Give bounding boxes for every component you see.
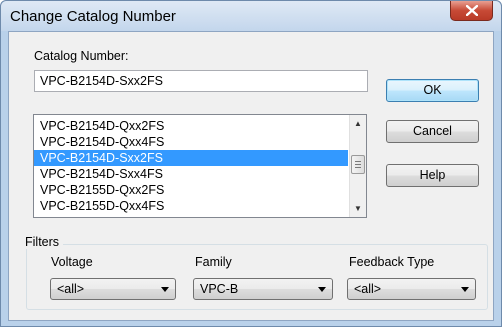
list-item[interactable]: VPC-B2154D-Qxx2FS <box>34 118 348 134</box>
voltage-label: Voltage <box>51 255 93 269</box>
list-item[interactable]: VPC-B2154D-Sxx4FS <box>34 166 348 182</box>
voltage-select[interactable]: <all> <box>50 278 176 300</box>
scroll-thumb[interactable] <box>351 155 365 174</box>
catalog-number-label: Catalog Number: <box>34 49 129 63</box>
list-scrollbar[interactable]: ▲ ▼ <box>349 115 366 217</box>
cancel-button[interactable]: Cancel <box>386 120 479 143</box>
title-bar[interactable]: Change Catalog Number <box>1 1 501 31</box>
feedback-type-select-value: <all> <box>354 282 382 296</box>
filters-title: Filters <box>21 235 64 249</box>
catalog-list-items: VPC-B2154D-Qxx2FS VPC-B2154D-Qxx4FS VPC-B2… <box>34 118 348 214</box>
list-item[interactable]: VPC-B2154D-Qxx4FS <box>34 134 348 150</box>
ok-button[interactable]: OK <box>386 79 479 102</box>
scroll-down-arrow-icon[interactable]: ▼ <box>350 200 366 217</box>
family-select[interactable]: VPC-B <box>193 278 333 300</box>
close-icon <box>466 5 478 16</box>
voltage-select-value: <all> <box>57 282 85 296</box>
feedback-type-label: Feedback Type <box>349 255 435 269</box>
dialog-window: Change Catalog Number Catalog Number: VP… <box>0 0 502 327</box>
dialog-client-area: Catalog Number: VPC-B2154D-Qxx2FSVPC-B21… <box>8 31 494 321</box>
chevron-down-icon <box>161 287 169 292</box>
feedback-type-select[interactable]: <all> <box>347 278 476 300</box>
list-item[interactable]: VPC-B2154D-Sxx2FS <box>34 150 348 166</box>
catalog-number-input[interactable] <box>34 70 368 92</box>
chevron-down-icon <box>461 287 469 292</box>
help-button[interactable]: Help <box>386 164 479 187</box>
family-label: Family <box>195 255 232 269</box>
list-item[interactable]: VPC-B2155D-Qxx2FS <box>34 182 348 198</box>
filters-groupbox <box>26 244 488 310</box>
close-button[interactable] <box>450 1 493 21</box>
family-select-value: VPC-B <box>200 282 239 296</box>
chevron-down-icon <box>318 287 326 292</box>
dialog-title: Change Catalog Number <box>10 8 176 25</box>
list-item[interactable]: VPC-B2155D-Qxx4FS <box>34 198 348 214</box>
catalog-list[interactable]: VPC-B2154D-Qxx2FS VPC-B2154D-Qxx4FS VPC-B2… <box>33 114 367 218</box>
scroll-up-arrow-icon[interactable]: ▲ <box>350 115 366 132</box>
